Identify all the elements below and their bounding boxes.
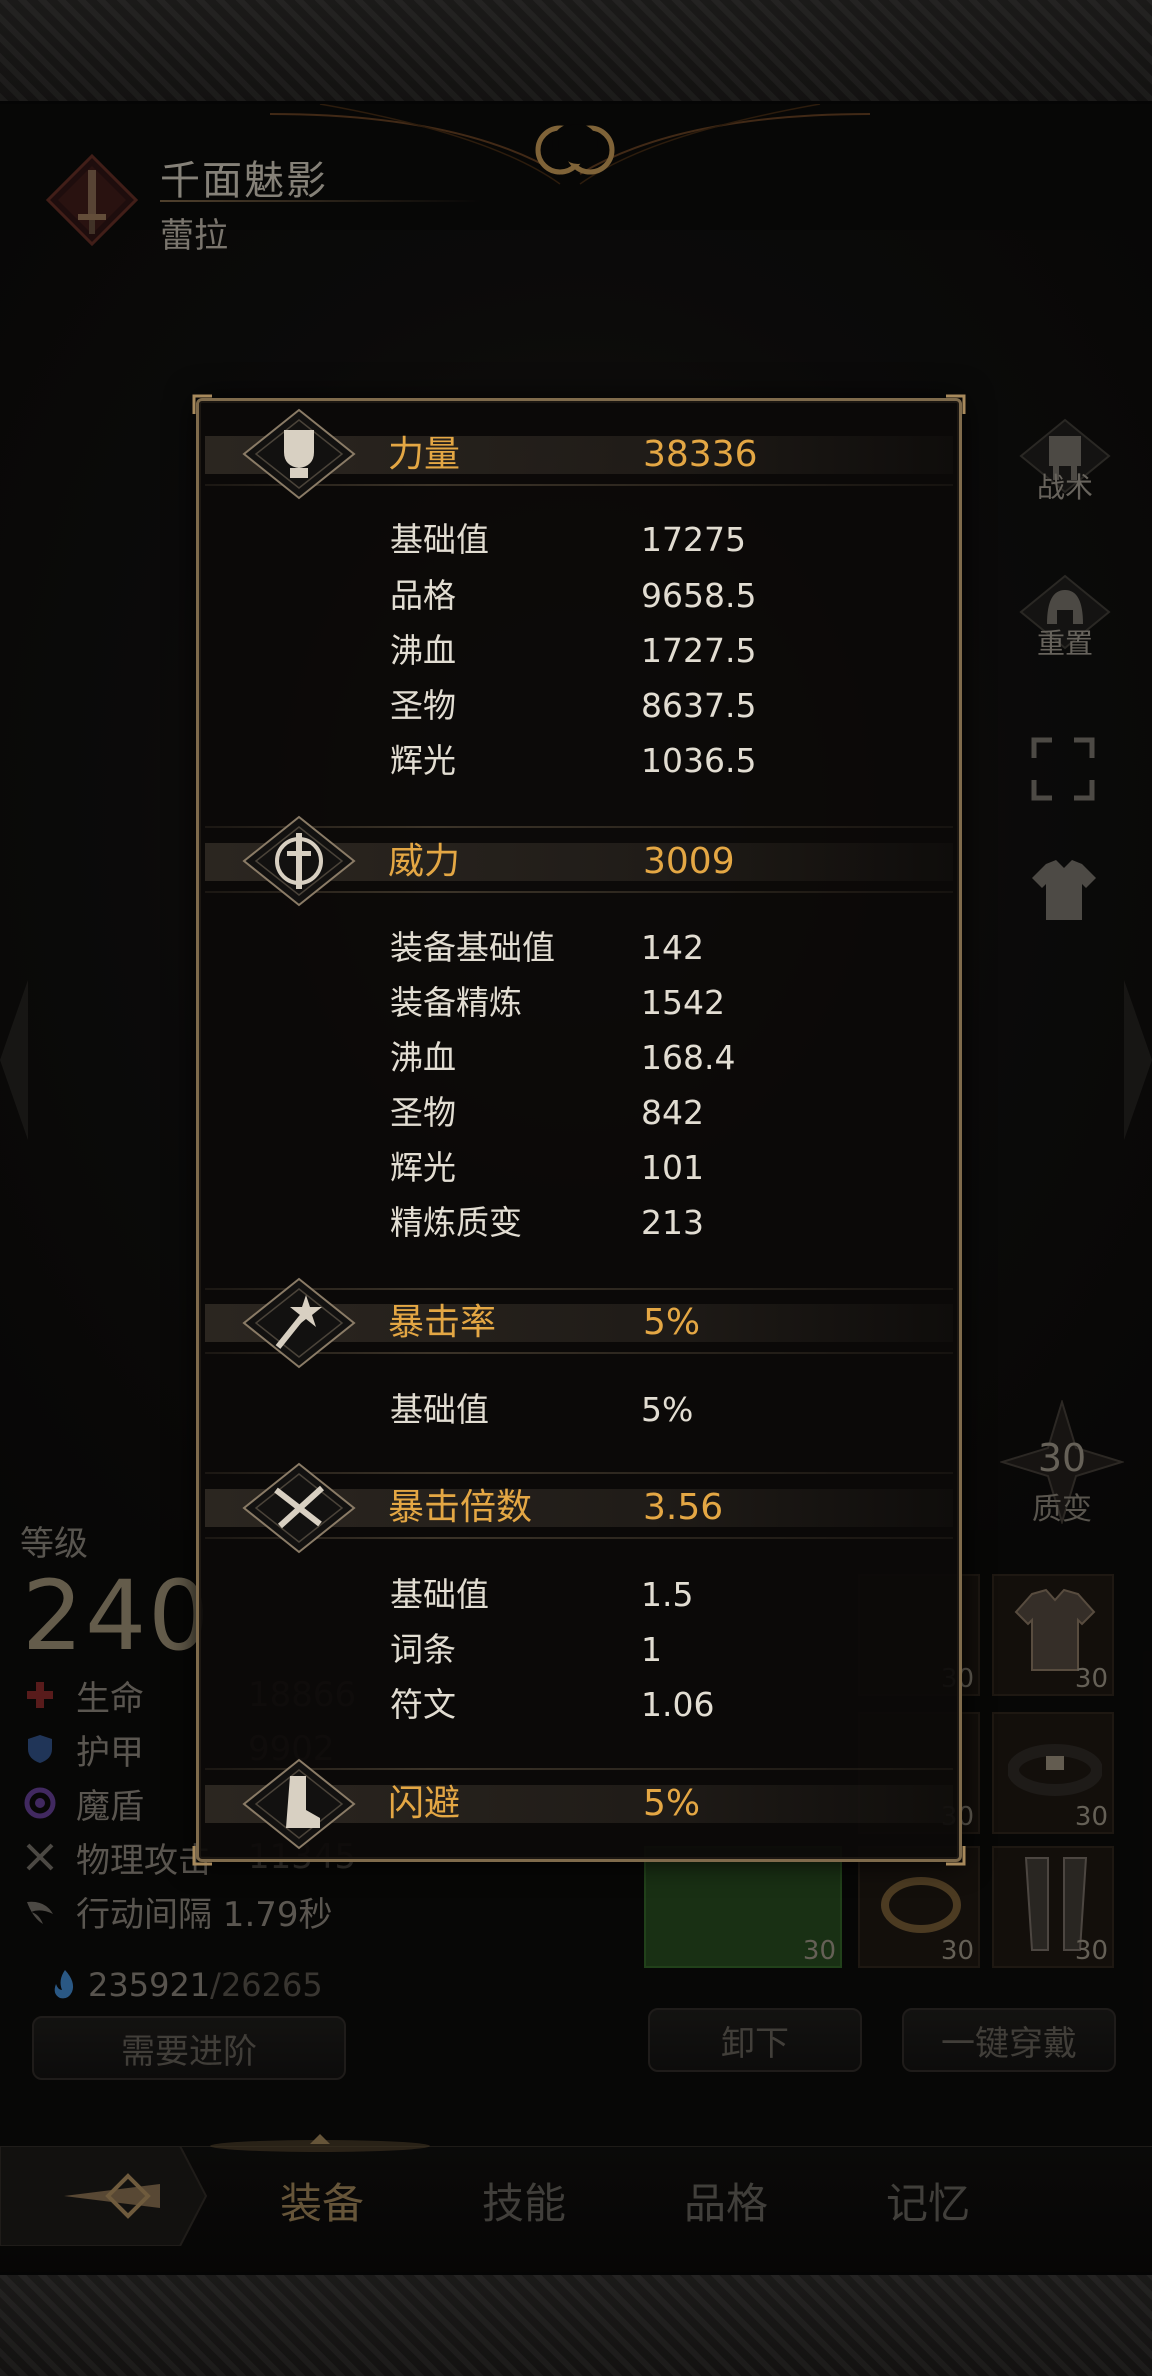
detail-value: 8637.5 [641, 686, 757, 725]
section-title: 暴击倍数 [388, 1487, 533, 1528]
detail-label: 辉光 [390, 1148, 456, 1187]
detail-value: 5% [641, 1390, 694, 1429]
detail-value: 1036.5 [641, 741, 757, 780]
section-total: 3009 [643, 841, 735, 882]
section-total: 5% [643, 1783, 701, 1824]
crossed-blades-icon [242, 1462, 356, 1554]
section-total: 5% [643, 1302, 701, 1343]
section-total: 3.56 [643, 1487, 724, 1528]
detail-value: 9658.5 [641, 576, 757, 615]
detail-label: 符文 [390, 1685, 456, 1724]
detail-value: 1.5 [641, 1575, 694, 1614]
bottom-frame [0, 2272, 1152, 2376]
detail-value: 842 [641, 1093, 704, 1132]
detail-label: 基础值 [390, 520, 489, 559]
section-title: 闪避 [388, 1783, 461, 1824]
detail-label: 辉光 [390, 741, 456, 780]
corner-ornament [192, 394, 212, 414]
detail-value: 101 [641, 1148, 704, 1187]
detail-value: 213 [641, 1203, 704, 1242]
section-total: 38336 [643, 434, 758, 475]
detail-value: 1.06 [641, 1685, 715, 1724]
detail-value: 1542 [641, 983, 725, 1022]
crit-star-icon [242, 1277, 356, 1369]
detail-label: 品格 [390, 576, 456, 615]
detail-label: 沸血 [390, 1038, 456, 1077]
corner-ornament [946, 394, 966, 414]
fist-icon [242, 408, 356, 500]
corner-ornament [946, 1846, 966, 1866]
stat-detail-panel [196, 398, 962, 1862]
detail-label: 沸血 [390, 631, 456, 670]
detail-value: 1 [641, 1630, 662, 1669]
detail-value: 1727.5 [641, 631, 757, 670]
top-frame [0, 0, 1152, 104]
detail-label: 装备基础值 [390, 928, 555, 967]
section-title: 威力 [388, 841, 461, 882]
detail-label: 装备精炼 [390, 983, 522, 1022]
detail-label: 基础值 [390, 1390, 489, 1429]
detail-label: 精炼质变 [390, 1203, 522, 1242]
detail-label: 基础值 [390, 1575, 489, 1614]
boot-icon [242, 1758, 356, 1850]
detail-label: 圣物 [390, 1093, 456, 1132]
detail-value: 142 [641, 928, 704, 967]
detail-value: 168.4 [641, 1038, 736, 1077]
detail-value: 17275 [641, 520, 746, 559]
section-title: 暴击率 [388, 1302, 497, 1343]
detail-label: 词条 [390, 1630, 456, 1669]
corner-ornament [192, 1846, 212, 1866]
sword-crest-icon [242, 815, 356, 907]
detail-label: 圣物 [390, 686, 456, 725]
section-title: 力量 [388, 434, 461, 475]
